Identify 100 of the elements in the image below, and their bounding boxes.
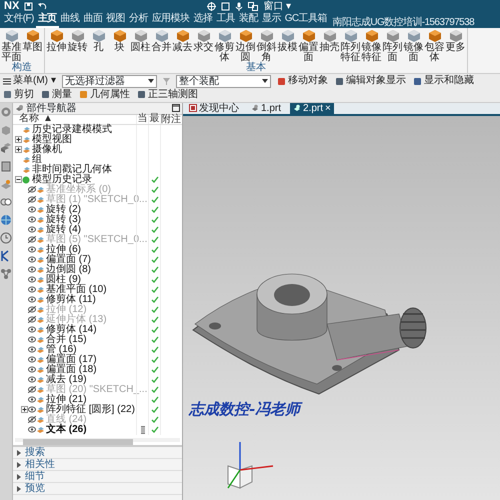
tree-item[interactable]: 旋转 (4) xyxy=(46,224,81,235)
tree-item[interactable]: 偏置面 (7) xyxy=(46,254,91,265)
eye-icon[interactable] xyxy=(28,356,36,364)
save-icon[interactable] xyxy=(24,2,34,11)
ribbon-tool-button[interactable]: 圆柱 xyxy=(130,28,151,63)
tree-item[interactable]: 拉伸 (6) xyxy=(46,244,81,255)
eye-icon[interactable] xyxy=(28,366,36,374)
ribbon-tool-button[interactable]: 阵列特征 xyxy=(340,28,361,63)
tree-item[interactable]: 拉伸 (21) xyxy=(46,394,87,405)
ribbon-tool-button[interactable]: 拔模 xyxy=(277,28,298,63)
tree-item[interactable]: 模型历史记录 xyxy=(32,174,92,185)
tree-item[interactable]: 阵列特征 [圆形] (22) xyxy=(46,404,135,415)
ribbon-tool-button[interactable]: 合并 xyxy=(151,28,172,63)
toolbar-command[interactable]: 几何属性 xyxy=(78,88,131,101)
hidden-eye-icon[interactable] xyxy=(28,316,36,324)
ribbon-tool-button[interactable]: 倒斜角 xyxy=(256,28,277,63)
tree-item[interactable]: 管 (16) xyxy=(46,344,77,355)
menu-tab[interactable]: 装配 xyxy=(237,12,260,28)
tree-item[interactable]: 组 xyxy=(32,154,42,165)
toolbar-command[interactable]: 测量 xyxy=(40,88,73,101)
menu-tab[interactable]: 曲面 xyxy=(81,12,104,28)
ribbon-tool-button[interactable]: 拉伸 xyxy=(46,28,67,63)
toolbar-command[interactable]: 正三轴测图 xyxy=(136,88,199,101)
eye-icon[interactable] xyxy=(28,276,36,284)
undo-icon[interactable] xyxy=(38,2,48,11)
eye-icon[interactable] xyxy=(28,406,36,414)
hidden-eye-icon[interactable] xyxy=(28,186,36,194)
hidden-eye-icon[interactable] xyxy=(28,306,36,314)
toolbar-command[interactable]: 剪切 xyxy=(2,88,35,101)
crosshair-icon[interactable] xyxy=(207,2,216,11)
eye-icon[interactable] xyxy=(28,206,36,214)
eye-icon[interactable] xyxy=(28,296,36,304)
eye-icon[interactable] xyxy=(28,246,36,254)
menu-tab[interactable]: GC工具箱 xyxy=(282,12,329,28)
eye-icon[interactable] xyxy=(28,286,36,294)
collapsed-section-header[interactable]: 细节 xyxy=(13,471,182,484)
tree-item[interactable]: 偏置面 (18) xyxy=(46,364,97,375)
ribbon-tool-button[interactable]: 修剪体 xyxy=(214,28,235,63)
hidden-eye-icon[interactable] xyxy=(28,236,36,244)
collapsed-section-header[interactable]: 搜索 xyxy=(13,447,182,460)
ribbon-tool-button[interactable]: 孔 xyxy=(88,28,109,63)
ribbon-tool-button[interactable]: 更多 xyxy=(445,28,466,63)
tree-item[interactable]: 修剪体 (14) xyxy=(46,324,97,335)
menu-tab[interactable]: 工具 xyxy=(214,12,238,28)
microphone-icon[interactable] xyxy=(235,2,244,11)
eye-icon[interactable] xyxy=(28,226,36,234)
tree-item[interactable]: 边倒圆 (8) xyxy=(46,264,91,275)
tree-item[interactable]: 历史记录建模模式 xyxy=(32,124,112,135)
box-icon[interactable] xyxy=(0,160,12,172)
tree-item[interactable]: 减去 (19) xyxy=(46,374,87,385)
ribbon-tool-button[interactable]: 块 xyxy=(109,28,130,63)
tree-item[interactable]: 非时间戳记几何体 xyxy=(32,164,112,175)
windows-icon[interactable] xyxy=(248,2,258,11)
tree-item[interactable]: 旋转 (2) xyxy=(46,204,81,215)
expand-toggle[interactable] xyxy=(21,406,28,414)
selection-filter-dropdown[interactable]: 无选择过滤器 xyxy=(62,74,157,88)
ribbon-tool-button[interactable]: 偏置面 xyxy=(298,28,319,63)
toolbar-command[interactable]: 显示和隐藏 xyxy=(412,75,475,88)
menu-tab[interactable]: 曲线 xyxy=(58,12,82,28)
eye-icon[interactable] xyxy=(28,266,36,274)
eye-icon[interactable] xyxy=(28,376,36,384)
column-header[interactable]: 最 xyxy=(150,114,160,124)
menu-tab[interactable]: 选择 xyxy=(191,12,214,28)
network-icon[interactable] xyxy=(0,268,12,280)
collapsed-section-header[interactable]: 相关性 xyxy=(13,459,182,472)
eye-icon[interactable] xyxy=(28,256,36,264)
column-header[interactable]: 附注 xyxy=(161,114,181,125)
ribbon-tool-button[interactable]: 旋转 xyxy=(67,28,88,63)
ribbon-tool-button[interactable]: 阵列面 xyxy=(382,28,403,63)
tree-item[interactable]: 合并 (15) xyxy=(46,334,87,345)
tree-item[interactable]: 偏置面 (17) xyxy=(46,354,97,365)
tree-item[interactable]: 模型视图 xyxy=(32,134,72,145)
menu-tab[interactable]: 显示 xyxy=(260,12,283,28)
assembly-icon[interactable] xyxy=(0,142,12,154)
assembly-scope-dropdown[interactable]: 整个装配 xyxy=(176,74,271,88)
eye-icon[interactable] xyxy=(28,336,36,344)
menu-tab[interactable]: 应用模块 xyxy=(150,12,192,28)
eye-icon[interactable] xyxy=(28,396,36,404)
hidden-eye-icon[interactable] xyxy=(28,386,36,394)
hidden-eye-icon[interactable] xyxy=(28,196,36,204)
eye-icon[interactable] xyxy=(28,346,36,354)
menu-tab[interactable]: 分析 xyxy=(127,12,150,28)
column-header[interactable]: 名称 xyxy=(19,114,39,124)
globe-icon[interactable] xyxy=(0,214,12,226)
document-tab[interactable]: 1.prt xyxy=(248,102,284,114)
maximize-icon[interactable] xyxy=(172,104,180,112)
menu-tab[interactable]: 文件(F) xyxy=(2,12,36,28)
frame-icon[interactable] xyxy=(221,2,230,11)
horizontal-scrollbar[interactable] xyxy=(15,438,180,442)
expand-toggle[interactable] xyxy=(15,146,22,154)
tree-item[interactable]: 旋转 (3) xyxy=(46,214,81,225)
ribbon-tool-button[interactable]: 草图 xyxy=(22,28,43,63)
ribbon-tool-button[interactable]: 减去 xyxy=(172,28,193,63)
tree-item[interactable]: 修剪体 (11) xyxy=(46,294,96,305)
ribbon-tool-button[interactable]: 抽壳 xyxy=(319,28,340,63)
eye-icon[interactable] xyxy=(28,426,36,434)
collapse-toggle[interactable] xyxy=(15,176,22,184)
toolbar-command[interactable]: 移动对象 xyxy=(276,75,329,88)
menu-button[interactable]: 菜单(M) ▾ xyxy=(2,75,57,88)
expand-toggle[interactable] xyxy=(15,136,22,144)
